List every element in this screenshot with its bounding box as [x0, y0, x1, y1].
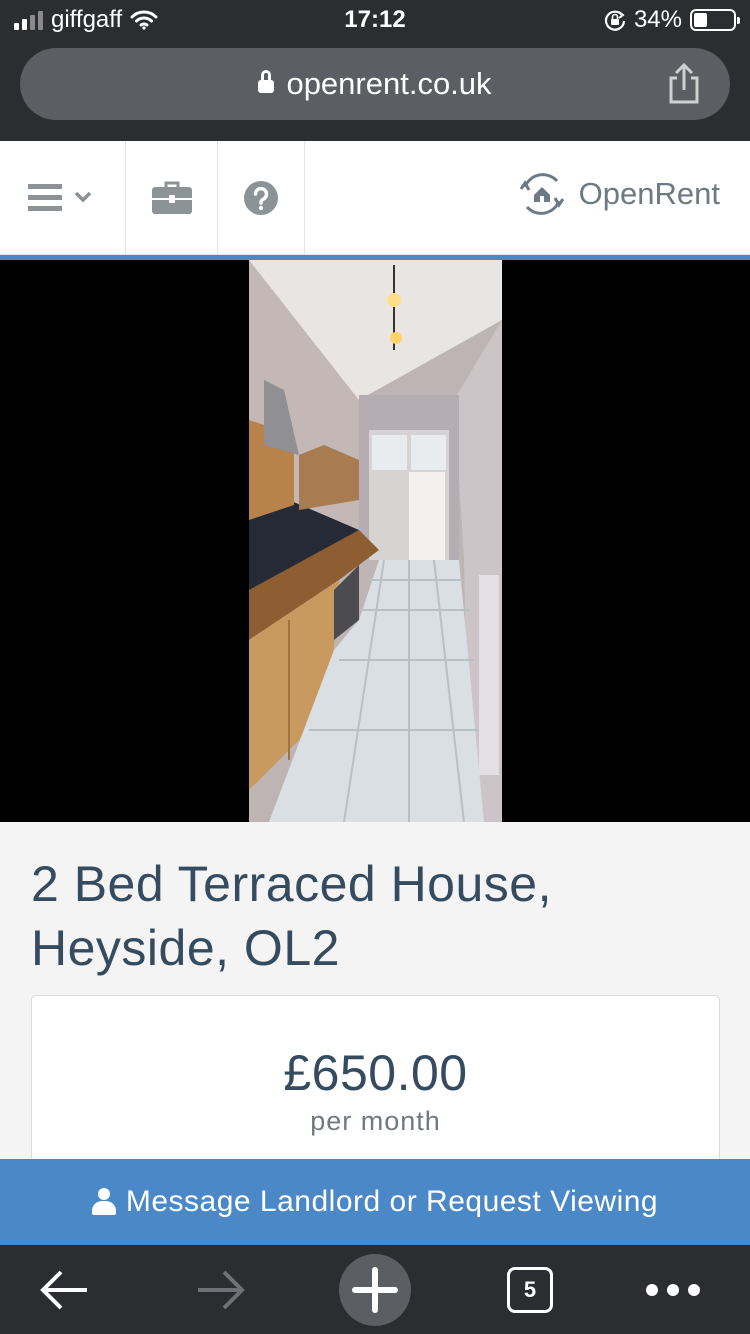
forward-button[interactable] [175, 1245, 265, 1334]
status-bar: giffgaff 17:12 34% [0, 0, 750, 40]
site-header: OpenRent [0, 141, 750, 255]
listing-title-line1: 2 Bed Terraced House, [31, 856, 552, 912]
battery-icon [690, 9, 740, 31]
message-landlord-button[interactable]: Message Landlord or Request Viewing [0, 1159, 750, 1245]
help-button[interactable] [218, 141, 305, 255]
brand-name: OpenRent [578, 176, 720, 211]
help-icon [244, 181, 278, 215]
kitchen-photo-image [249, 260, 502, 822]
openrent-logo-icon [519, 173, 564, 215]
tabs-button[interactable]: 5 [485, 1245, 575, 1334]
openrent-logo[interactable]: OpenRent [517, 169, 720, 219]
menu-icon [27, 184, 91, 211]
price: £650.00 [283, 1045, 468, 1101]
cta-label: Message Landlord or Request Viewing [125, 1185, 659, 1218]
listing-title: 2 Bed Terraced House, Heyside, OL2 [31, 852, 721, 980]
property-photo[interactable] [249, 260, 502, 822]
url-text: openrent.co.uk [286, 66, 492, 101]
listing-title-line2: Heyside, OL2 [31, 920, 340, 976]
more-icon [646, 1283, 700, 1296]
tab-count: 5 [507, 1266, 553, 1313]
photo-gallery[interactable] [0, 260, 750, 822]
more-button[interactable] [628, 1245, 718, 1334]
briefcase-icon [151, 181, 192, 214]
url-bar[interactable]: openrent.co.uk [20, 48, 730, 120]
price-period: per month [310, 1106, 441, 1136]
page: giffgaff 17:12 34% openrent.co.uk OpenRe… [0, 0, 750, 1334]
back-button[interactable] [20, 1245, 110, 1334]
browser-toolbar: 5 [0, 1245, 750, 1334]
browser-url-area: openrent.co.uk [0, 40, 750, 141]
user-icon [91, 1188, 116, 1216]
new-tab-button[interactable] [330, 1245, 420, 1334]
status-right: 34% [604, 6, 740, 34]
rotation-lock-icon [604, 10, 626, 31]
back-icon [40, 1270, 87, 1309]
battery-level [694, 13, 707, 27]
battery-percent: 34% [633, 6, 682, 33]
new-tab-icon [339, 1253, 411, 1326]
menu-button[interactable] [0, 141, 126, 255]
share-icon[interactable] [666, 62, 702, 106]
lock-icon [258, 70, 275, 95]
briefcase-button[interactable] [126, 141, 218, 255]
forward-icon [198, 1270, 245, 1309]
